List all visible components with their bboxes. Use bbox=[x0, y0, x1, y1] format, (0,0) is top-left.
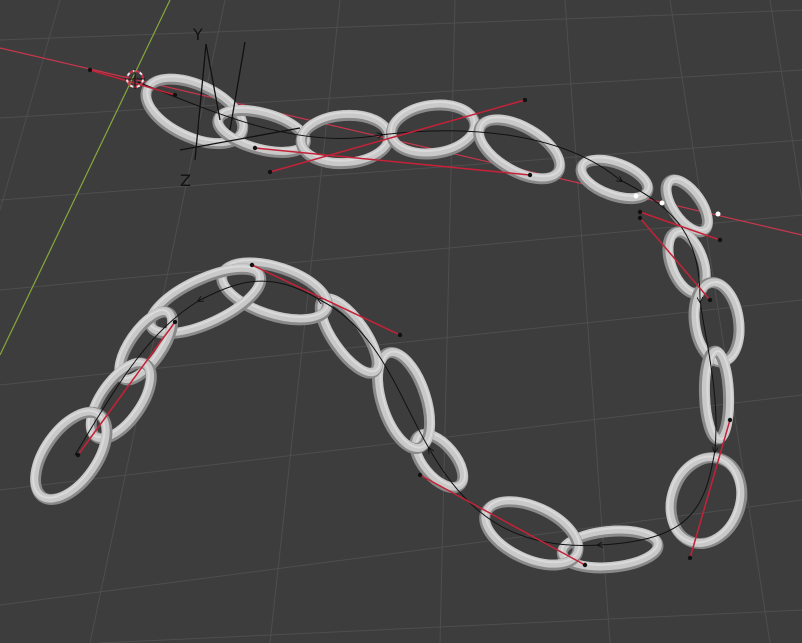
handle-point[interactable] bbox=[249, 262, 255, 268]
gizmo-y-label: Y bbox=[192, 25, 203, 44]
gizmo-z-label: Z bbox=[180, 171, 191, 190]
chain-links[interactable] bbox=[19, 63, 754, 578]
chain-link[interactable] bbox=[469, 105, 570, 191]
handle-point[interactable] bbox=[172, 319, 178, 325]
selected-control-point[interactable] bbox=[633, 193, 639, 199]
handle-point[interactable] bbox=[727, 417, 733, 423]
y-axis-line bbox=[0, 0, 171, 356]
viewport-canvas[interactable]: Y Z bbox=[0, 0, 802, 643]
selected-control-point[interactable] bbox=[659, 200, 665, 206]
handle-point[interactable] bbox=[172, 92, 178, 98]
chain-link[interactable] bbox=[385, 97, 481, 160]
handle-point[interactable] bbox=[87, 67, 93, 73]
chain-link[interactable] bbox=[475, 486, 589, 578]
chain-link[interactable] bbox=[77, 352, 163, 449]
chain-link[interactable] bbox=[657, 447, 754, 554]
handle-point[interactable] bbox=[687, 555, 693, 561]
handle-point[interactable] bbox=[527, 172, 533, 178]
chain-link[interactable] bbox=[215, 249, 335, 331]
chain-link[interactable] bbox=[575, 150, 654, 207]
handle-point[interactable] bbox=[252, 145, 258, 151]
selected-control-point[interactable] bbox=[715, 211, 721, 217]
handle-point[interactable] bbox=[637, 215, 643, 221]
handle-point[interactable] bbox=[717, 237, 723, 243]
handle-point[interactable] bbox=[707, 297, 713, 303]
handle-point[interactable] bbox=[267, 169, 273, 175]
handle-point[interactable] bbox=[417, 472, 423, 478]
chain-link[interactable] bbox=[19, 398, 121, 511]
handle-point[interactable] bbox=[75, 452, 81, 458]
handle-point[interactable] bbox=[397, 332, 403, 338]
handle-point[interactable] bbox=[637, 209, 643, 215]
handle-point[interactable] bbox=[582, 562, 588, 568]
3d-viewport[interactable]: Y Z bbox=[0, 0, 802, 643]
floor-grid bbox=[0, 0, 802, 643]
handle-point[interactable] bbox=[522, 97, 528, 103]
